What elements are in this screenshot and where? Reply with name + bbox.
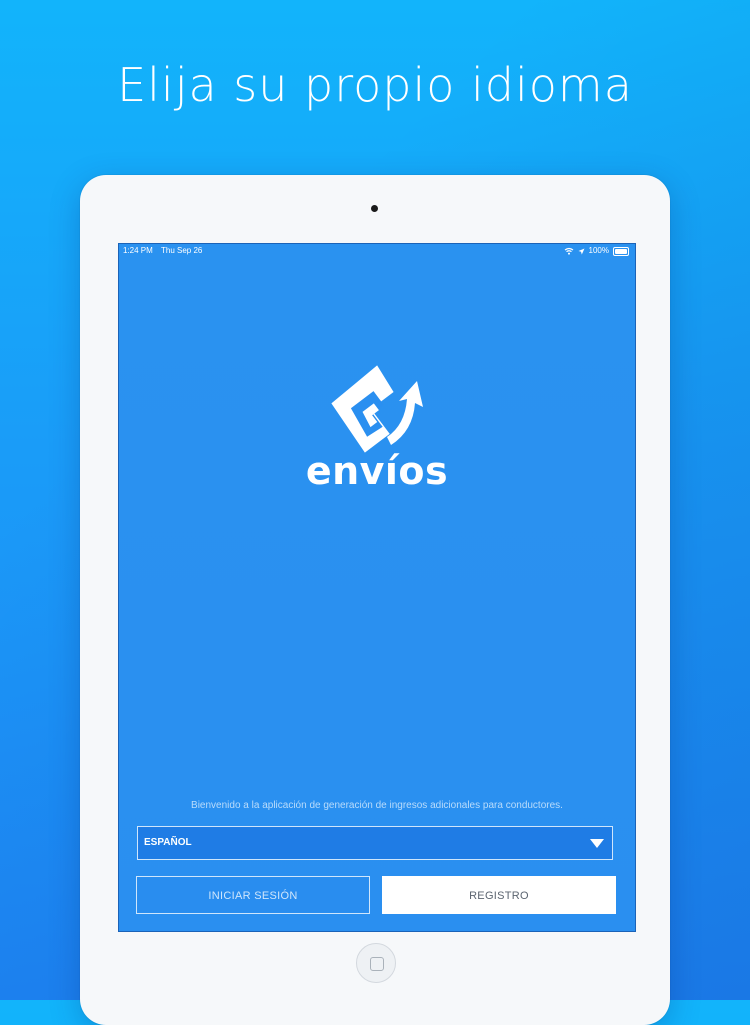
battery-percent: 100% (588, 246, 609, 255)
home-button[interactable] (356, 943, 396, 983)
status-time: 1:24 PM (123, 246, 153, 255)
login-button[interactable]: INICIAR SESIÓN (136, 876, 370, 914)
status-date: Thu Sep 26 (161, 246, 203, 255)
language-select[interactable]: ESPAÑOL (137, 826, 613, 860)
status-right: 100% (564, 244, 629, 258)
welcome-text: Bienvenido a la aplicación de generación… (191, 800, 563, 811)
camera-dot (371, 205, 378, 212)
envios-logo-icon (331, 365, 423, 453)
wifi-icon (564, 247, 573, 255)
home-square-icon (370, 957, 384, 971)
app-screen: 1:24 PM Thu Sep 26 100% envíos Bienvenid… (118, 243, 636, 932)
status-bar: 1:24 PM Thu Sep 26 100% (119, 244, 635, 258)
headline: Elija su propio idioma (117, 58, 633, 112)
chevron-down-icon (590, 839, 604, 848)
battery-icon (613, 246, 629, 256)
brand-name: envíos (305, 449, 449, 493)
register-button[interactable]: REGISTRO (382, 876, 616, 914)
ipad-frame: 1:24 PM Thu Sep 26 100% envíos Bienvenid… (80, 175, 670, 1025)
location-arrow-icon (578, 248, 585, 254)
language-select-value: ESPAÑOL (144, 837, 192, 848)
